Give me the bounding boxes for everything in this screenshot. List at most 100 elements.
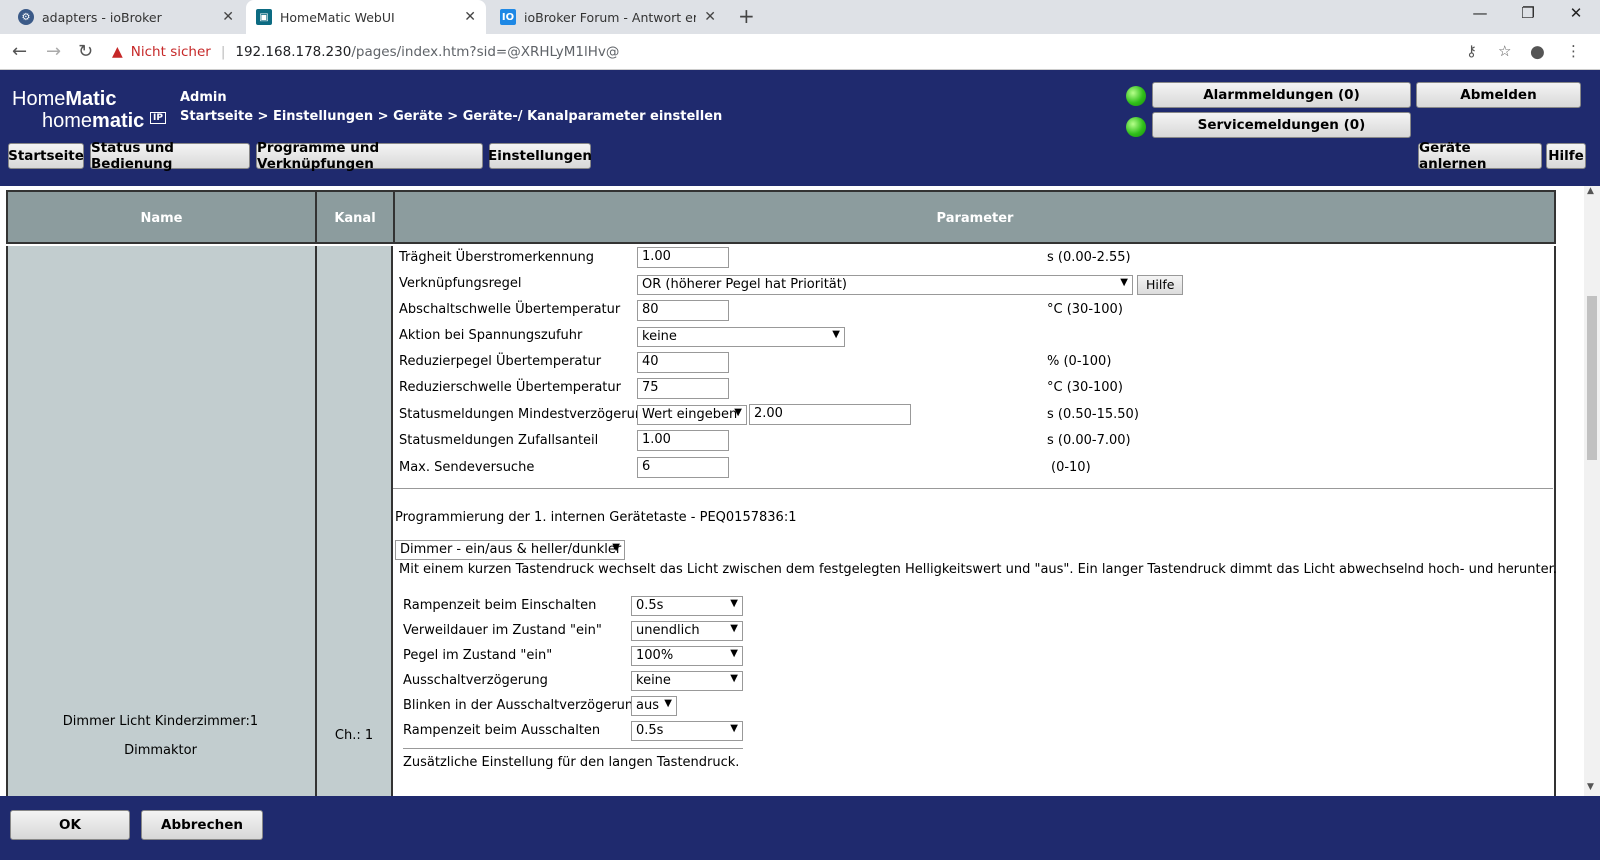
nav-programme-und-verknuepfungen[interactable]: Programme und Verknüpfungen — [256, 140, 483, 172]
profile-icon[interactable]: ● — [1530, 42, 1545, 62]
minimize-icon[interactable]: — — [1460, 4, 1500, 22]
param-unit: s (0.00-2.55) — [1047, 250, 1131, 265]
restore-icon[interactable]: ❐ — [1508, 4, 1548, 22]
channel-label: Ch.: 1 — [334, 728, 374, 743]
browser-tab-forum[interactable]: IO ioBroker Forum - Antwort erstelle ✕ — [490, 0, 726, 34]
prog-select-rampe-aus[interactable]: 0.5s ▼ — [631, 721, 743, 741]
param-unit: (0-10) — [1051, 460, 1091, 475]
chevron-down-icon: ▼ — [612, 542, 620, 553]
chevron-down-icon: ▼ — [730, 723, 738, 734]
prog-label: Ausschaltverzögerung — [403, 673, 548, 688]
param-select-aktion[interactable]: keine ▼ — [637, 327, 845, 347]
service-messages-button[interactable]: Servicemeldungen (0) — [1152, 112, 1411, 138]
vertical-scrollbar[interactable]: ▲ ▼ — [1584, 186, 1600, 796]
prog-select-verweildauer[interactable]: unendlich ▼ — [631, 621, 743, 641]
close-icon[interactable]: ✕ — [464, 9, 476, 25]
param-label: Aktion bei Spannungszufuhr — [399, 328, 583, 343]
column-header-parameter: Parameter — [936, 210, 1014, 226]
address-bar: ← → ↻ ▲ Nicht sicher | 192.168.178.230/p… — [0, 34, 1600, 70]
param-input-reduzierschwelle[interactable]: 75 — [637, 378, 729, 399]
param-input-reduzierpegel[interactable]: 40 — [637, 352, 729, 373]
new-tab-icon[interactable]: + — [738, 4, 755, 28]
star-icon[interactable]: ☆ — [1498, 42, 1511, 60]
warning-icon: ▲ — [112, 44, 123, 60]
parameter-column: Trägheit Überstromerkennung 1.00 s (0.00… — [393, 246, 1557, 796]
prog-label: Rampenzeit beim Einschalten — [403, 598, 597, 613]
logout-button[interactable]: Abmelden — [1416, 82, 1581, 108]
prog-label: Verweildauer im Zustand "ein" — [403, 623, 602, 638]
cancel-button[interactable]: Abbrechen — [141, 810, 263, 840]
param-input-traegheit[interactable]: 1.00 — [637, 247, 729, 268]
column-header-name: Name — [140, 210, 183, 226]
param-help-button[interactable]: Hilfe — [1137, 275, 1184, 295]
url-field[interactable]: ▲ Nicht sicher | 192.168.178.230/pages/i… — [112, 39, 619, 65]
browser-tab-adapters[interactable]: ⚙ adapters - ioBroker ✕ — [8, 0, 244, 34]
param-input-mindestverzoegerung[interactable]: 2.00 — [749, 404, 911, 425]
security-label: Nicht sicher — [130, 44, 211, 60]
param-select-verknuepfungsregel[interactable]: OR (höherer Pegel hat Priorität) ▼ — [637, 275, 1133, 295]
learn-devices-button[interactable]: Geräte anlernen — [1418, 140, 1542, 172]
device-type: Dimmaktor — [124, 743, 197, 758]
close-window-icon[interactable]: ✕ — [1556, 4, 1596, 22]
back-icon[interactable]: ← — [12, 41, 27, 62]
breadcrumb: Startseite > Einstellungen > Geräte > Ge… — [180, 109, 723, 124]
prog-select-pegel[interactable]: 100% ▼ — [631, 646, 743, 666]
menu-icon[interactable]: ⋮ — [1566, 42, 1581, 60]
param-label: Abschaltschwelle Übertemperatur — [399, 302, 621, 317]
ok-button[interactable]: OK — [10, 810, 130, 840]
forward-icon[interactable]: → — [46, 41, 61, 62]
param-label: Max. Sendeversuche — [399, 460, 535, 475]
param-input-sendeversuche[interactable]: 6 — [637, 457, 729, 478]
param-unit: °C (30-100) — [1047, 302, 1123, 317]
param-unit: s (0.50-15.50) — [1047, 407, 1139, 422]
param-input-zufallsanteil[interactable]: 1.00 — [637, 430, 729, 451]
homematic-logo: HomeMatic — [12, 88, 117, 110]
profile-select[interactable]: Dimmer - ein/aus & heller/dunkler ▼ — [395, 540, 625, 560]
chevron-down-icon: ▼ — [730, 598, 738, 609]
reload-icon[interactable]: ↻ — [78, 41, 93, 62]
nav-status-und-bedienung[interactable]: Status und Bedienung — [90, 140, 250, 172]
prog-select-rampe-ein[interactable]: 0.5s ▼ — [631, 596, 743, 616]
kanal-column: Ch.: 1 — [315, 246, 393, 796]
scrollbar-thumb[interactable] — [1587, 296, 1597, 460]
param-label: Statusmeldungen Mindestverzögerung — [399, 407, 652, 422]
param-input-abschaltschwelle[interactable]: 80 — [637, 300, 729, 321]
prog-label: Rampenzeit beim Ausschalten — [403, 723, 601, 738]
prog-select-ausschaltverzoegerung[interactable]: keine ▼ — [631, 671, 743, 691]
footer-bar: OK Abbrechen — [0, 796, 1600, 860]
name-column: Dimmer Licht Kinderzimmer:1 Dimmaktor — [6, 246, 315, 796]
alarm-status-led — [1126, 86, 1146, 106]
nav-startseite[interactable]: Startseite — [8, 143, 84, 169]
programming-title: Programmierung der 1. internen Gerätetas… — [395, 510, 797, 525]
chevron-down-icon: ▼ — [664, 698, 672, 709]
nav-einstellungen[interactable]: Einstellungen — [488, 143, 592, 169]
param-label: Reduzierschwelle Übertemperatur — [399, 380, 621, 395]
device-name: Dimmer Licht Kinderzimmer:1 — [62, 714, 259, 729]
help-button[interactable]: Hilfe — [1546, 143, 1586, 169]
browser-tab-homematic[interactable]: ▣ HomeMatic WebUI ✕ — [246, 0, 486, 34]
iobroker-gear-icon: ⚙ — [18, 9, 34, 25]
close-icon[interactable]: ✕ — [222, 9, 234, 25]
tab-title: HomeMatic WebUI — [280, 9, 395, 25]
chevron-down-icon: ▼ — [730, 623, 738, 634]
long-press-note: Zusätzliche Einstellung für den langen T… — [403, 755, 740, 770]
close-icon[interactable]: ✕ — [704, 9, 716, 25]
chevron-down-icon: ▼ — [1120, 277, 1128, 288]
param-select-mindestverzoegerung[interactable]: Wert eingeben ▼ — [637, 405, 747, 425]
param-label: Trägheit Überstromerkennung — [399, 250, 594, 265]
param-label: Reduzierpegel Übertemperatur — [399, 354, 602, 369]
current-user: Admin — [180, 90, 227, 105]
browser-tabbar: ⚙ adapters - ioBroker ✕ ▣ HomeMatic WebU… — [0, 0, 1600, 34]
alarm-messages-button[interactable]: Alarmmeldungen (0) — [1152, 82, 1411, 108]
prog-select-blinken[interactable]: aus ▼ — [631, 696, 677, 716]
url-path: /pages/index.htm?sid=@XRHLyM1lHv@ — [351, 44, 620, 60]
separator: | — [220, 44, 226, 60]
section-divider — [403, 748, 743, 749]
device-parameter-panel: Name Kanal Parameter Dimmer Licht Kinder… — [0, 186, 1584, 796]
iobroker-forum-icon: IO — [500, 9, 516, 25]
chevron-down-icon: ▼ — [730, 648, 738, 659]
key-icon[interactable]: ⚷ — [1466, 42, 1477, 60]
scroll-up-icon[interactable]: ▲ — [1587, 186, 1594, 196]
chevron-down-icon: ▼ — [730, 673, 738, 684]
scroll-down-icon[interactable]: ▼ — [1587, 782, 1594, 792]
